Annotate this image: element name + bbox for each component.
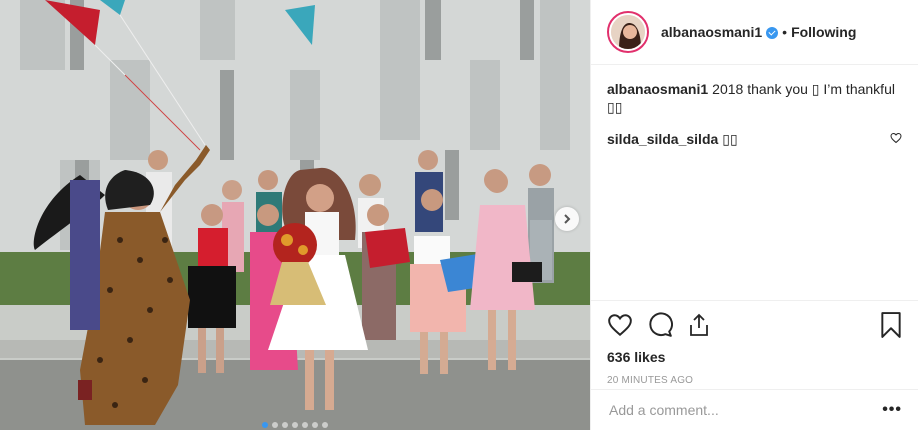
carousel-dot — [322, 422, 328, 428]
comment-like-heart-icon[interactable] — [890, 132, 902, 144]
carousel-dot — [302, 422, 308, 428]
add-comment-bar: ••• — [591, 389, 918, 430]
post-sidebar: albanaosmani1 • Following albanaosmani1 2… — [590, 0, 918, 430]
comment-text: ▯▯ — [722, 131, 738, 147]
author-username[interactable]: albanaosmani1 — [661, 24, 762, 40]
more-options-button[interactable]: ••• — [882, 401, 902, 419]
comments-list: albanaosmani1 2018 thank you ▯ I’m thankf… — [607, 80, 902, 162]
avatar-image — [611, 15, 645, 49]
likes-count[interactable]: 636 likes — [607, 349, 902, 365]
post-actions — [607, 301, 902, 349]
carousel-dot — [282, 422, 288, 428]
separator-bullet: • — [782, 24, 788, 40]
verified-badge-icon — [766, 27, 779, 39]
post-timestamp[interactable]: 20 MINUTES AGO — [607, 375, 902, 386]
share-icon[interactable] — [687, 313, 711, 337]
instagram-post: albanaosmani1 • Following albanaosmani1 2… — [0, 0, 918, 430]
comment-user[interactable]: albanaosmani1 — [607, 81, 708, 97]
author-avatar[interactable] — [607, 11, 649, 53]
bookmark-icon[interactable] — [880, 312, 902, 338]
carousel-dots — [0, 422, 590, 428]
carousel-dot — [312, 422, 318, 428]
heart-icon[interactable] — [607, 312, 633, 338]
following-button[interactable]: Following — [791, 24, 856, 40]
comment-user[interactable]: silda_silda_silda — [607, 131, 718, 147]
add-comment-input[interactable] — [607, 401, 883, 419]
next-slide-button[interactable] — [555, 207, 579, 231]
next-arrow-icon — [564, 214, 571, 224]
post-photo — [0, 0, 590, 430]
carousel-dot — [262, 422, 268, 428]
comment-item: silda_silda_silda ▯▯ — [607, 130, 902, 148]
post-header: albanaosmani1 • Following — [591, 0, 918, 65]
post-actions-area: 636 likes 20 MINUTES AGO — [591, 300, 918, 386]
carousel-dot — [292, 422, 298, 428]
comment-item: albanaosmani1 2018 thank you ▯ I’m thankf… — [607, 80, 902, 116]
comment-icon[interactable] — [647, 312, 673, 338]
carousel-dot — [272, 422, 278, 428]
post-media[interactable] — [0, 0, 590, 430]
